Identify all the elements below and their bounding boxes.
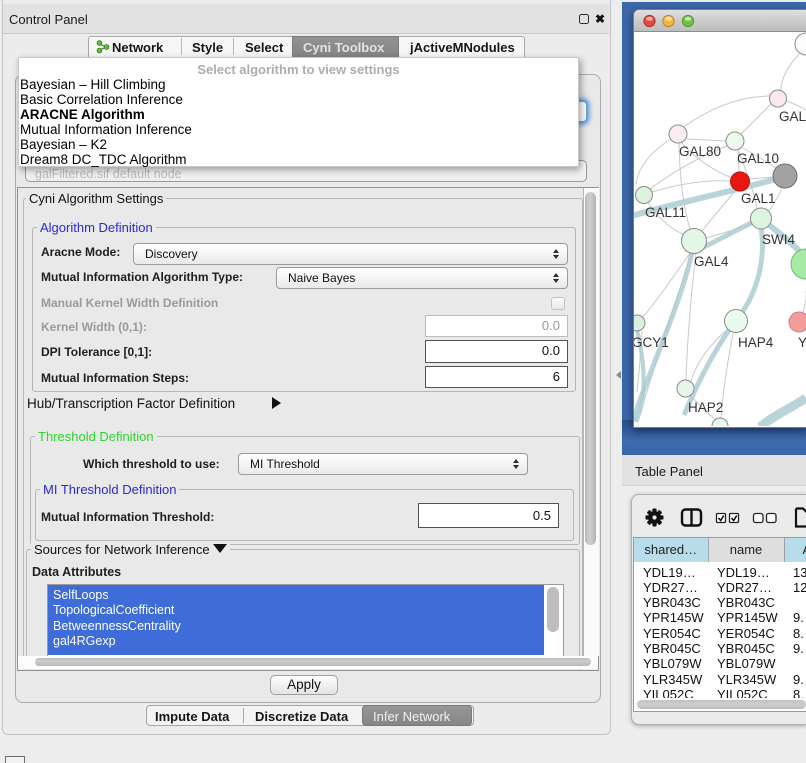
svg-text:GAL11: GAL11 bbox=[645, 205, 686, 220]
svg-text:GAL10: GAL10 bbox=[737, 151, 779, 166]
svg-text:HAP4: HAP4 bbox=[738, 335, 774, 350]
svg-text:SWI4: SWI4 bbox=[762, 232, 795, 247]
svg-text:GAL1: GAL1 bbox=[741, 191, 776, 206]
svg-text:GAL2: GAL2 bbox=[779, 109, 806, 124]
svg-text:HAP2: HAP2 bbox=[688, 400, 723, 415]
svg-text:GAL4: GAL4 bbox=[694, 254, 729, 269]
svg-text:GCY1: GCY1 bbox=[634, 335, 669, 350]
svg-text:Y: Y bbox=[798, 335, 806, 350]
svg-text:GAL80: GAL80 bbox=[679, 144, 721, 159]
